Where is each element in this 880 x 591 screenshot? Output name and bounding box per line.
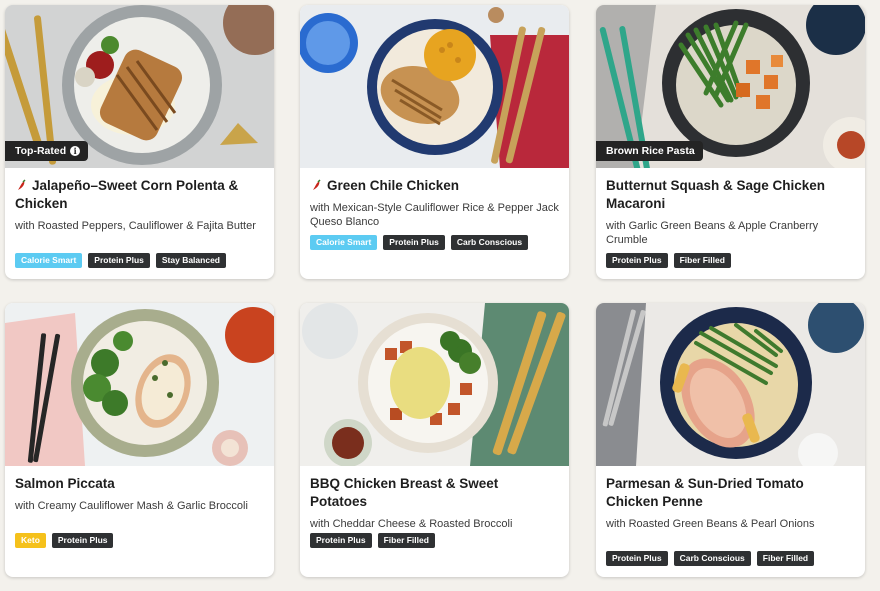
recipe-card[interactable]: Salmon Piccata with Creamy Cauliflower M… [5, 303, 274, 577]
recipe-image[interactable]: Brown Rice Pasta [596, 5, 865, 168]
recipe-title[interactable]: Parmesan & Sun-Dried Tomato Chicken Penn… [606, 475, 855, 511]
recipe-image[interactable] [5, 303, 274, 466]
tag-protein-plus: Protein Plus [383, 235, 445, 250]
pasta-badge: Brown Rice Pasta [596, 141, 703, 161]
tag-carb-conscious: Carb Conscious [673, 551, 751, 566]
tag-carb-conscious: Carb Conscious [450, 235, 529, 250]
recipe-title-text: Jalapeño–Sweet Corn Polenta & Chicken [15, 178, 239, 211]
tag-list: Protein Plus Fiber Filled [606, 253, 731, 268]
badge-label: Brown Rice Pasta [606, 145, 695, 157]
tag-protein-plus: Protein Plus [606, 253, 668, 268]
tag-calorie-smart: Calorie Smart [15, 253, 83, 268]
tag-keto: Keto [15, 533, 46, 548]
recipe-image[interactable] [596, 303, 865, 466]
tag-calorie-smart: Calorie Smart [310, 235, 378, 250]
recipe-subtitle: with Mexican-Style Cauliflower Rice & Pe… [310, 202, 559, 228]
recipe-grid: Top-Rated i Jalapeño–Sweet Corn Polenta … [0, 0, 880, 591]
tag-protein-plus: Protein Plus [88, 253, 150, 268]
badge-label: Top-Rated [15, 145, 67, 157]
chili-icon [313, 179, 321, 190]
tag-stay-balanced: Stay Balanced [155, 253, 226, 268]
recipe-subtitle: with Creamy Cauliflower Mash & Garlic Br… [15, 500, 248, 512]
tag-protein-plus: Protein Plus [51, 533, 114, 548]
info-icon[interactable]: i [70, 146, 81, 156]
recipe-card[interactable]: Green Chile Chicken with Mexican-Style C… [300, 5, 569, 279]
recipe-card[interactable]: Brown Rice Pasta Butternut Squash & Sage… [596, 5, 865, 279]
tag-list: Keto Protein Plus [15, 533, 114, 548]
tag-protein-plus: Protein Plus [310, 533, 372, 548]
recipe-subtitle: with Roasted Green Beans & Pearl Onions [606, 518, 815, 530]
tag-list: Calorie Smart Protein Plus Carb Consciou… [310, 235, 529, 250]
tag-fiber-filled: Fiber Filled [673, 253, 731, 268]
recipe-subtitle: with Roasted Peppers, Cauliflower & Faji… [15, 220, 256, 232]
tag-protein-plus: Protein Plus [606, 551, 668, 566]
tag-list: Protein Plus Fiber Filled [310, 533, 435, 548]
recipe-title[interactable]: Butternut Squash & Sage Chicken Macaroni [606, 177, 855, 213]
recipe-title-text: Green Chile Chicken [327, 178, 460, 193]
recipe-title[interactable]: Jalapeño–Sweet Corn Polenta & Chicken [15, 177, 264, 213]
recipe-subtitle: with Garlic Green Beans & Apple Cranberr… [606, 220, 819, 246]
recipe-subtitle: with Cheddar Cheese & Roasted Broccoli [310, 518, 513, 530]
tag-list: Protein Plus Carb Conscious Fiber Filled [606, 551, 815, 566]
chili-icon [18, 179, 26, 190]
recipe-card[interactable]: BBQ Chicken Breast & Sweet Potatoes with… [300, 303, 569, 577]
recipe-title[interactable]: Green Chile Chicken [310, 177, 559, 195]
recipe-title[interactable]: Salmon Piccata [15, 475, 264, 493]
recipe-card[interactable]: Parmesan & Sun-Dried Tomato Chicken Penn… [596, 303, 865, 577]
tag-list: Calorie Smart Protein Plus Stay Balanced [15, 253, 226, 268]
tag-fiber-filled: Fiber Filled [756, 551, 815, 566]
recipe-image[interactable]: Top-Rated i [5, 5, 274, 168]
recipe-image[interactable] [300, 5, 569, 168]
recipe-title[interactable]: BBQ Chicken Breast & Sweet Potatoes [310, 475, 559, 511]
top-rated-badge: Top-Rated i [5, 141, 89, 161]
recipe-image[interactable] [300, 303, 569, 466]
tag-fiber-filled: Fiber Filled [377, 533, 435, 548]
recipe-card[interactable]: Top-Rated i Jalapeño–Sweet Corn Polenta … [5, 5, 274, 279]
